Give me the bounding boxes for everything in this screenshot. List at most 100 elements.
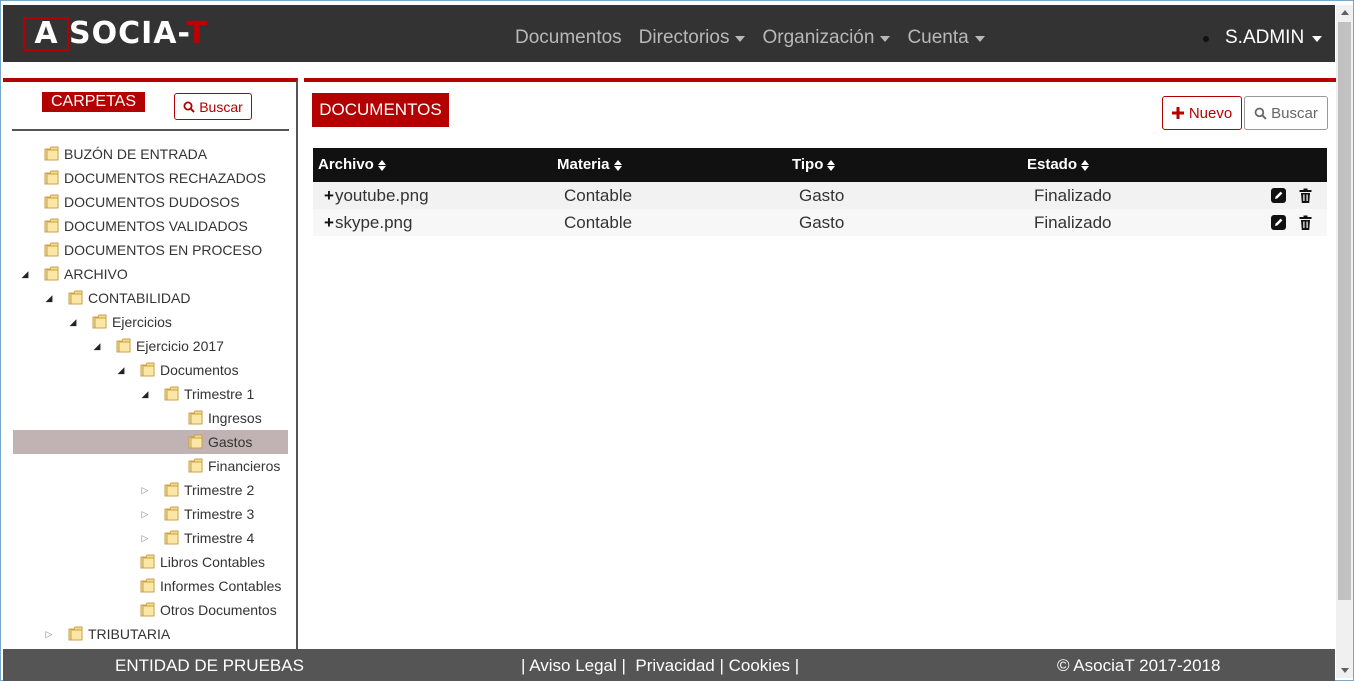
column-header-estado[interactable]: Estado	[1027, 148, 1090, 182]
page-scrollbar[interactable]	[1336, 5, 1353, 678]
tree-item[interactable]: ◢ Documentos	[3, 358, 293, 382]
folders-title: CARPETAS	[42, 92, 145, 112]
tree-item[interactable]: ▷ Trimestre 2	[3, 478, 293, 502]
folder-icon	[44, 218, 60, 233]
tree-item-label: Informes Contables	[160, 578, 282, 594]
folder-icon	[140, 602, 156, 617]
tree-item-label: DOCUMENTOS RECHAZADOS	[64, 170, 266, 186]
cell-estado: Finalizado	[1034, 213, 1112, 232]
tree-item[interactable]: ◢ CONTABILIDAD	[3, 286, 293, 310]
folder-icon	[188, 434, 204, 449]
edit-icon[interactable]	[1271, 215, 1286, 230]
tree-item[interactable]: DOCUMENTOS DUDOSOS	[3, 190, 293, 214]
column-header-archivo[interactable]: Archivo	[318, 148, 386, 182]
user-menu[interactable]: S.ADMIN	[1203, 27, 1323, 49]
folder-icon	[164, 386, 180, 401]
caret-down-icon	[974, 36, 985, 42]
document-search-button[interactable]: Buscar	[1244, 96, 1328, 130]
caret-down-icon	[1312, 36, 1323, 42]
tree-collapse-icon[interactable]: ◢	[44, 293, 54, 303]
folder-icon	[164, 506, 180, 521]
logo-box: A	[23, 17, 69, 51]
tree-item[interactable]: ◢ ARCHIVO	[3, 262, 293, 286]
cell-materia: Contable	[564, 186, 633, 205]
tree-collapse-icon[interactable]: ◢	[116, 365, 126, 375]
tree-collapse-icon[interactable]: ◢	[92, 341, 102, 351]
tree-collapse-icon[interactable]: ◢	[140, 389, 150, 399]
trash-icon[interactable]	[1298, 188, 1313, 203]
sort-icon	[1081, 159, 1090, 171]
tree-item-label: Ingresos	[208, 410, 262, 426]
footer: ENTIDAD DE PRUEBAS | Aviso Legal | Priva…	[3, 649, 1335, 681]
tree-item[interactable]: Otros Documentos	[3, 598, 293, 622]
tree-item-label: ARCHIVO	[64, 266, 128, 282]
edit-icon[interactable]	[1271, 188, 1286, 203]
sort-icon	[827, 159, 836, 171]
folder-icon	[188, 458, 204, 473]
folder-icon	[44, 170, 60, 185]
tree-expand-icon[interactable]: ▷	[140, 533, 150, 543]
scroll-down-icon[interactable]	[1341, 668, 1349, 673]
tree-item[interactable]: Libros Contables	[3, 550, 293, 574]
trash-icon[interactable]	[1298, 215, 1313, 230]
table-row[interactable]: +skype.png Contable Gasto Finalizado	[313, 209, 1327, 236]
cell-archivo: skype.png	[334, 213, 413, 232]
tree-item[interactable]: ▷ Trimestre 3	[3, 502, 293, 526]
tree-item[interactable]: ▷ Trimestre 4	[3, 526, 293, 550]
folder-icon	[164, 482, 180, 497]
new-document-button[interactable]: Nuevo	[1162, 96, 1242, 130]
user-name: S.ADMIN	[1225, 27, 1305, 48]
tree-item[interactable]: DOCUMENTOS RECHAZADOS	[3, 166, 293, 190]
folder-icon	[44, 146, 60, 161]
tree-expand-icon[interactable]: ▷	[140, 485, 150, 495]
scroll-up-icon[interactable]	[1341, 10, 1349, 15]
column-header-tipo[interactable]: Tipo	[792, 148, 836, 182]
tree-item[interactable]: DOCUMENTOS VALIDADOS	[3, 214, 293, 238]
scrollbar-thumb[interactable]	[1338, 22, 1351, 600]
tree-item[interactable]: Ingresos	[3, 406, 293, 430]
logo-text: SOCIA-T	[69, 16, 209, 51]
tree-item[interactable]: BUZÓN DE ENTRADA	[3, 142, 293, 166]
footer-links[interactable]: | Aviso Legal | Privacidad | Cookies |	[521, 656, 799, 676]
tree-item-label: Financieros	[208, 458, 281, 474]
divider	[12, 129, 289, 131]
folder-icon	[44, 194, 60, 209]
tree-item[interactable]: Gastos	[13, 430, 288, 454]
tree-expand-icon[interactable]: ▷	[140, 509, 150, 519]
folder-search-button[interactable]: Buscar	[174, 93, 252, 120]
footer-copyright: © AsociaT 2017-2018	[1057, 656, 1221, 675]
table-row[interactable]: +youtube.png Contable Gasto Finalizado	[313, 182, 1327, 209]
expand-plus-icon[interactable]: +	[324, 186, 334, 205]
nav-cuenta[interactable]: Cuenta	[907, 27, 985, 49]
folder-icon	[68, 290, 84, 305]
tree-item[interactable]: ▷ TRIBUTARIA	[3, 622, 293, 646]
documents-panel: DOCUMENTOS Nuevo Buscar Archivo Materia …	[304, 78, 1336, 649]
tree-item[interactable]: ◢ Ejercicios	[3, 310, 293, 334]
folder-icon	[92, 314, 108, 329]
tree-item[interactable]: Informes Contables	[3, 574, 293, 598]
tree-item[interactable]: Financieros	[3, 454, 293, 478]
tree-item-label: TRIBUTARIA	[88, 626, 171, 642]
tree-item-label: Trimestre 1	[184, 386, 255, 402]
tree-item[interactable]: ◢ Ejercicio 2017	[3, 334, 293, 358]
nav-documentos[interactable]: Documentos	[515, 27, 622, 49]
folder-icon	[164, 530, 180, 545]
brand-logo[interactable]: A SOCIA-T	[23, 17, 208, 51]
nav-directorios[interactable]: Directorios	[639, 27, 746, 49]
folder-tree: BUZÓN DE ENTRADA DOCUMENTOS RECHAZADOS DOC…	[3, 142, 293, 646]
expand-plus-icon[interactable]: +	[324, 213, 334, 232]
tree-collapse-icon[interactable]: ◢	[68, 317, 78, 327]
top-navbar: A SOCIA-T Documentos Directorios Organiz…	[3, 5, 1335, 62]
sort-icon	[613, 159, 622, 171]
tree-item[interactable]: ◢ Trimestre 1	[3, 382, 293, 406]
tree-item[interactable]: DOCUMENTOS EN PROCESO	[3, 238, 293, 262]
folder-icon	[140, 362, 156, 377]
page-title: DOCUMENTOS	[312, 93, 449, 127]
plus-icon	[1171, 107, 1184, 119]
nav-organizacion[interactable]: Organización	[762, 27, 891, 49]
tree-expand-icon[interactable]: ▷	[44, 629, 54, 639]
tree-item-label: Trimestre 2	[184, 482, 255, 498]
tree-collapse-icon[interactable]: ◢	[20, 269, 30, 279]
column-header-materia[interactable]: Materia	[557, 148, 622, 182]
cell-estado: Finalizado	[1034, 186, 1112, 205]
